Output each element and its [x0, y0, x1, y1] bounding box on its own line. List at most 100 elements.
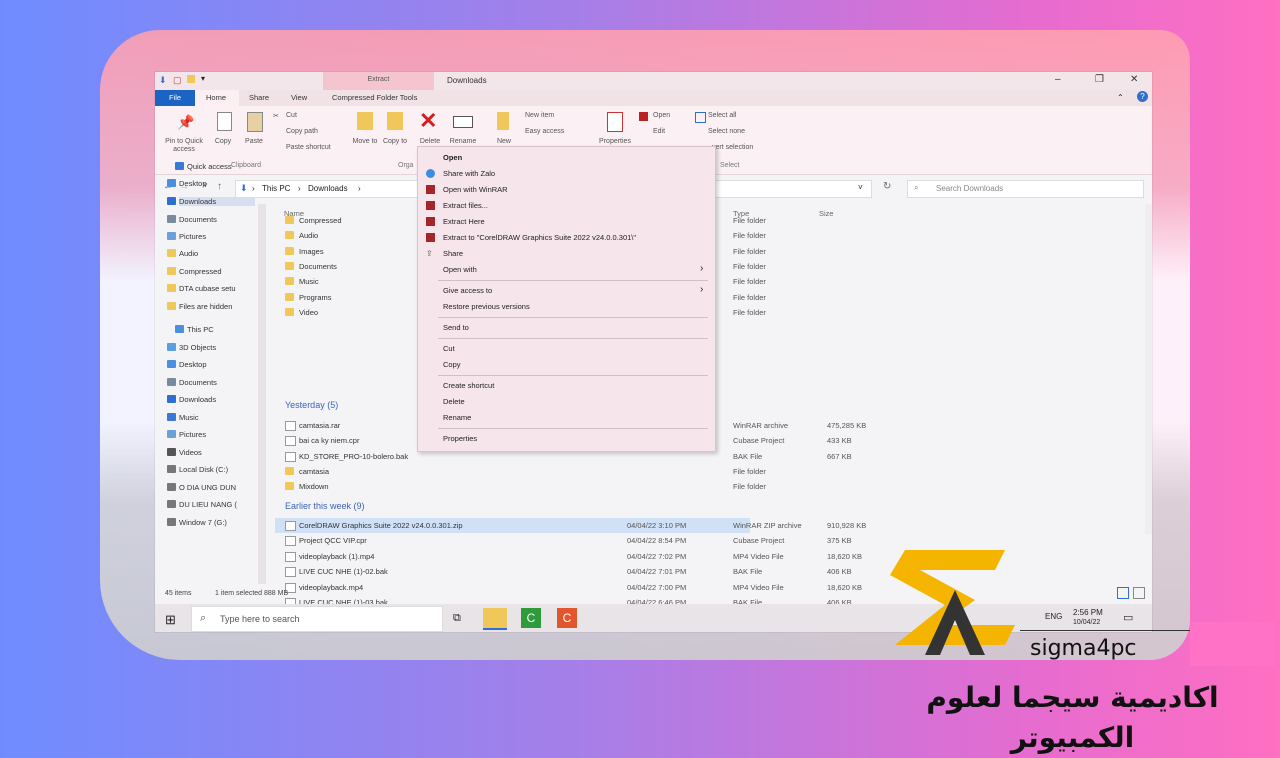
- folder-icon: [285, 292, 294, 301]
- breadcrumb-downloads[interactable]: Downloads: [308, 184, 348, 193]
- paste-shortcut-button[interactable]: Paste shortcut: [286, 144, 331, 151]
- close-button[interactable]: ✕: [1130, 74, 1138, 85]
- select-all-button[interactable]: Select all: [708, 112, 736, 119]
- copy-to-button[interactable]: Copy to: [381, 138, 409, 146]
- menu-properties[interactable]: Properties: [443, 434, 477, 443]
- properties-button[interactable]: Properties: [595, 138, 635, 146]
- menu-open-with-winrar[interactable]: Open with WinRAR: [426, 185, 508, 194]
- sidebar-item[interactable]: Documents: [167, 378, 217, 387]
- menu-share-with-zalo[interactable]: Share with Zalo: [426, 169, 495, 178]
- sidebar-item[interactable]: O DIA UNG DUN: [167, 483, 236, 492]
- menu-send-to[interactable]: Send to: [443, 323, 469, 332]
- sidebar-item[interactable]: Desktop: [167, 179, 207, 188]
- delete-button[interactable]: Delete: [416, 138, 444, 146]
- file-explorer-taskbar-icon[interactable]: [483, 608, 507, 630]
- select-none-button[interactable]: Select none: [708, 128, 745, 135]
- menu-create-shortcut[interactable]: Create shortcut: [443, 381, 494, 390]
- sidebar-item[interactable]: DU LIEU NANG (: [167, 500, 237, 509]
- new-folder-qat-icon[interactable]: [187, 75, 195, 83]
- sidebar-item[interactable]: Quick access: [175, 162, 232, 171]
- copy-button[interactable]: Copy: [211, 138, 235, 146]
- pin-to-quick-access-button[interactable]: Pin to Quick access: [159, 138, 209, 154]
- paste-button[interactable]: Paste: [241, 138, 267, 146]
- sidebar-item[interactable]: Files are hidden: [167, 302, 232, 311]
- windows-start-icon[interactable]: ⊞: [165, 612, 176, 628]
- language-indicator[interactable]: ENG: [1045, 612, 1062, 621]
- sidebar-item[interactable]: Videos: [167, 448, 202, 457]
- up-icon[interactable]: ↑: [217, 181, 222, 192]
- table-row[interactable]: camtasia File folder: [275, 464, 1152, 479]
- copy-path-button[interactable]: Copy path: [286, 128, 318, 135]
- task-view-icon[interactable]: ⧉: [453, 612, 461, 625]
- tab-share[interactable]: Share: [249, 93, 269, 102]
- menu-share[interactable]: ⇪ Share: [426, 249, 463, 258]
- sidebar-item[interactable]: This PC: [175, 325, 214, 334]
- menu-open-with[interactable]: Open with: [443, 265, 477, 274]
- edit-button[interactable]: Edit: [653, 128, 665, 135]
- tab-compressed-folder-tools[interactable]: Compressed Folder Tools: [332, 93, 417, 102]
- help-icon[interactable]: ?: [1137, 91, 1148, 102]
- menu-extract-here[interactable]: Extract Here: [426, 217, 485, 226]
- minimize-button[interactable]: –: [1055, 74, 1061, 85]
- clock-time[interactable]: 2:56 PM: [1073, 608, 1103, 617]
- table-row[interactable]: Mixdown File folder: [275, 479, 1152, 494]
- details-view-icon[interactable]: [1117, 587, 1129, 599]
- invert-selection-button[interactable]: vert selection: [712, 144, 753, 151]
- sidebar-item[interactable]: Window 7 (G:): [167, 518, 227, 527]
- maximize-button[interactable]: ❐: [1095, 74, 1104, 85]
- sidebar-item[interactable]: Pictures: [167, 232, 206, 241]
- sidebar-item[interactable]: Music: [167, 413, 199, 422]
- menu-rename[interactable]: Rename: [443, 413, 471, 422]
- taskbar-search[interactable]: ⌕ Type here to search: [191, 606, 443, 632]
- refresh-icon[interactable]: ↻: [883, 181, 891, 192]
- sidebar-item[interactable]: Local Disk (C:): [167, 465, 228, 474]
- sidebar-item[interactable]: Downloads: [167, 395, 216, 404]
- tab-file[interactable]: File: [155, 90, 195, 106]
- list-scrollbar[interactable]: [1145, 204, 1152, 534]
- extract-context-tab[interactable]: Extract: [323, 72, 434, 90]
- table-row[interactable]: CorelDRAW Graphics Suite 2022 v24.0.0.30…: [275, 518, 866, 533]
- new-item-button[interactable]: New item: [525, 112, 554, 119]
- camtasia-taskbar-icon[interactable]: C: [521, 608, 541, 628]
- properties-qat-icon[interactable]: ▢: [173, 75, 182, 86]
- move-to-button[interactable]: Move to: [351, 138, 379, 146]
- sidebar-item[interactable]: Desktop: [167, 360, 207, 369]
- clock-date[interactable]: 10/04/22: [1073, 619, 1100, 626]
- nav-scrollbar[interactable]: [258, 204, 266, 584]
- address-dropdown-icon[interactable]: ˅: [858, 183, 863, 192]
- group-header-yesterday[interactable]: Yesterday (5): [285, 400, 338, 410]
- menu-restore-previous-versions[interactable]: Restore previous versions: [443, 302, 530, 311]
- qat-dropdown-icon[interactable]: ▾: [201, 74, 205, 83]
- breadcrumb-this-pc[interactable]: This PC: [262, 184, 290, 193]
- sidebar-item[interactable]: Downloads: [167, 197, 255, 206]
- quick-access-toolbar-icon[interactable]: ⬇: [159, 75, 167, 86]
- sidebar-item[interactable]: Pictures: [167, 430, 206, 439]
- group-header-earlier-this-week[interactable]: Earlier this week (9): [285, 501, 365, 511]
- menu-extract-files[interactable]: Extract files...: [426, 201, 488, 210]
- search-input[interactable]: Search Downloads: [936, 184, 1003, 193]
- menu-cut[interactable]: Cut: [443, 344, 455, 353]
- new-folder-button[interactable]: New: [491, 138, 517, 146]
- large-icons-view-icon[interactable]: [1133, 587, 1145, 599]
- notification-icon[interactable]: ▭: [1123, 611, 1133, 624]
- open-button[interactable]: Open: [653, 112, 670, 119]
- search-box[interactable]: ⌕ Search Downloads: [907, 180, 1144, 198]
- menu-extract-to[interactable]: Extract to "CorelDRAW Graphics Suite 202…: [426, 233, 636, 242]
- sidebar-item[interactable]: DTA cubase setu: [167, 284, 236, 293]
- tab-home[interactable]: Home: [206, 93, 226, 102]
- taskbar-search-input[interactable]: Type here to search: [220, 614, 300, 624]
- menu-copy[interactable]: Copy: [443, 360, 461, 369]
- sidebar-item[interactable]: Documents: [167, 215, 217, 224]
- menu-give-access-to[interactable]: Give access to: [443, 286, 492, 295]
- recorder-taskbar-icon[interactable]: C: [557, 608, 577, 628]
- collapse-ribbon-icon[interactable]: ⌃: [1117, 93, 1124, 102]
- tab-view[interactable]: View: [291, 93, 307, 102]
- sidebar-item[interactable]: Audio: [167, 249, 198, 258]
- menu-open[interactable]: Open: [443, 153, 462, 162]
- rename-button[interactable]: Rename: [447, 138, 479, 146]
- sidebar-item[interactable]: 3D Objects: [167, 343, 216, 352]
- menu-delete[interactable]: Delete: [443, 397, 465, 406]
- sidebar-item[interactable]: Compressed: [167, 267, 222, 276]
- cut-button[interactable]: Cut: [286, 112, 297, 119]
- easy-access-button[interactable]: Easy access: [525, 128, 564, 135]
